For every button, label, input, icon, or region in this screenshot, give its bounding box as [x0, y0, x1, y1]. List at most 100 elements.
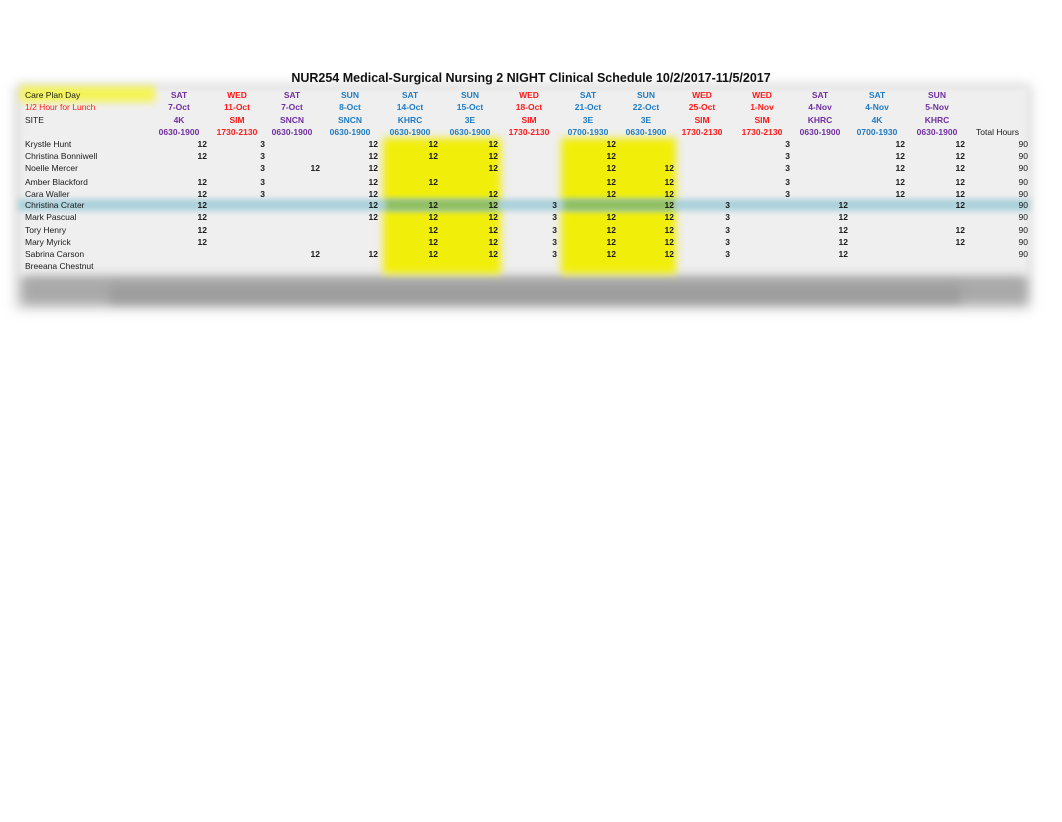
column-header-day: WED — [752, 90, 772, 100]
column-header-site: 4K — [173, 115, 185, 125]
hours-cell: 3 — [552, 249, 557, 259]
care-plan-day-label: Care Plan Day — [25, 90, 81, 100]
column-header-time: 0700-1930 — [856, 127, 898, 137]
hours-cell: 12 — [428, 249, 438, 259]
hours-cell: 12 — [488, 189, 498, 199]
hours-cell: 12 — [664, 212, 674, 222]
column-header-time: 0630-1900 — [625, 127, 667, 137]
hours-cell: 12 — [368, 249, 378, 259]
column-header-site: SIM — [754, 115, 770, 125]
total-hours-cell: 90 — [1018, 212, 1028, 222]
column-header-site: SIM — [521, 115, 537, 125]
hours-cell: 12 — [955, 151, 965, 161]
hours-cell: 12 — [488, 249, 498, 259]
hours-cell: 3 — [260, 151, 265, 161]
hours-cell: 12 — [664, 225, 674, 235]
hours-cell: 12 — [428, 225, 438, 235]
hours-cell: 12 — [955, 200, 965, 210]
hours-cell: 12 — [606, 249, 616, 259]
hours-cell: 12 — [606, 151, 616, 161]
column-header-date: 1-Nov — [750, 102, 774, 112]
hours-cell: 12 — [838, 212, 848, 222]
hours-cell: 12 — [895, 151, 905, 161]
column-header-day: SAT — [579, 90, 597, 100]
student-name: Mary Myrick — [25, 237, 71, 247]
column-header-time: 0630-1900 — [389, 127, 431, 137]
total-hours-cell: 90 — [1018, 163, 1028, 173]
column-header-date: 15-Oct — [456, 102, 484, 112]
hours-cell: 12 — [664, 189, 674, 199]
hours-cell: 12 — [838, 225, 848, 235]
column-header-site: SIM — [694, 115, 710, 125]
column-header-date: 18-Oct — [515, 102, 543, 112]
student-name: Tory Henry — [25, 225, 67, 235]
total-hours-cell: 90 — [1018, 225, 1028, 235]
hours-cell: 3 — [785, 151, 790, 161]
column-header-site: 4K — [871, 115, 883, 125]
column-header-time: 0630-1900 — [799, 127, 841, 137]
hours-cell: 12 — [895, 163, 905, 173]
hours-cell: 12 — [488, 163, 498, 173]
column-header-day: SUN — [637, 90, 655, 100]
column-header-date: 25-Oct — [688, 102, 716, 112]
student-name: Sabrina Carson — [25, 249, 85, 259]
hours-cell: 12 — [606, 225, 616, 235]
student-name: Krystle Hunt — [25, 139, 72, 149]
hours-cell: 12 — [488, 139, 498, 149]
hours-cell: 12 — [197, 151, 207, 161]
hours-cell: 12 — [955, 177, 965, 187]
hours-cell: 3 — [725, 249, 730, 259]
student-name: Christina Crater — [25, 200, 85, 210]
column-header-site: 3E — [464, 115, 476, 125]
hours-cell: 12 — [368, 163, 378, 173]
hours-cell: 12 — [197, 200, 207, 210]
hours-cell: 12 — [197, 237, 207, 247]
column-header-site: KHRC — [807, 115, 833, 125]
hours-cell: 12 — [606, 177, 616, 187]
hours-cell: 3 — [725, 237, 730, 247]
column-header-day: SAT — [401, 90, 419, 100]
hours-cell: 12 — [664, 163, 674, 173]
hours-cell: 12 — [310, 163, 320, 173]
column-header-time: 1730-2130 — [741, 127, 783, 137]
hours-cell: 12 — [606, 139, 616, 149]
column-header-site: KHRC — [924, 115, 950, 125]
student-name: Noelle Mercer — [25, 163, 78, 173]
column-header-date: 4-Nov — [808, 102, 832, 112]
hours-cell: 3 — [725, 212, 730, 222]
column-header-date: 7-Oct — [168, 102, 190, 112]
highlighted-row-band — [18, 199, 1030, 211]
hours-cell: 3 — [552, 212, 557, 222]
column-header-day: WED — [519, 90, 539, 100]
column-header-site: 3E — [582, 115, 594, 125]
hours-cell: 12 — [310, 249, 320, 259]
column-header-site: SNCN — [337, 115, 363, 125]
total-hours-cell: 90 — [1018, 139, 1028, 149]
hours-cell: 12 — [838, 237, 848, 247]
hours-cell: 12 — [838, 200, 848, 210]
column-header-date: 14-Oct — [396, 102, 424, 112]
column-header-day: SUN — [461, 90, 479, 100]
student-name: Breeana Chestnut — [25, 261, 94, 271]
column-header-site: SIM — [229, 115, 245, 125]
column-header-time: 0630-1900 — [449, 127, 491, 137]
column-header-day: SAT — [811, 90, 829, 100]
hours-cell: 12 — [664, 249, 674, 259]
column-header-date: 8-Oct — [339, 102, 361, 112]
total-hours-cell: 90 — [1018, 189, 1028, 199]
hours-cell: 12 — [368, 139, 378, 149]
hours-cell: 3 — [260, 177, 265, 187]
lunch-label: 1/2 Hour for Lunch — [25, 102, 96, 112]
hours-cell: 12 — [664, 237, 674, 247]
column-header-day: WED — [227, 90, 247, 100]
column-header-date: 21-Oct — [574, 102, 602, 112]
hours-cell: 3 — [785, 163, 790, 173]
column-header-time: 1730-2130 — [216, 127, 258, 137]
column-header-date: 4-Nov — [865, 102, 889, 112]
hours-cell: 12 — [488, 237, 498, 247]
hours-cell: 12 — [955, 139, 965, 149]
hours-cell: 12 — [428, 212, 438, 222]
column-header-date: 7-Oct — [281, 102, 303, 112]
student-name: Cara Waller — [25, 189, 70, 199]
hours-cell: 3 — [552, 237, 557, 247]
